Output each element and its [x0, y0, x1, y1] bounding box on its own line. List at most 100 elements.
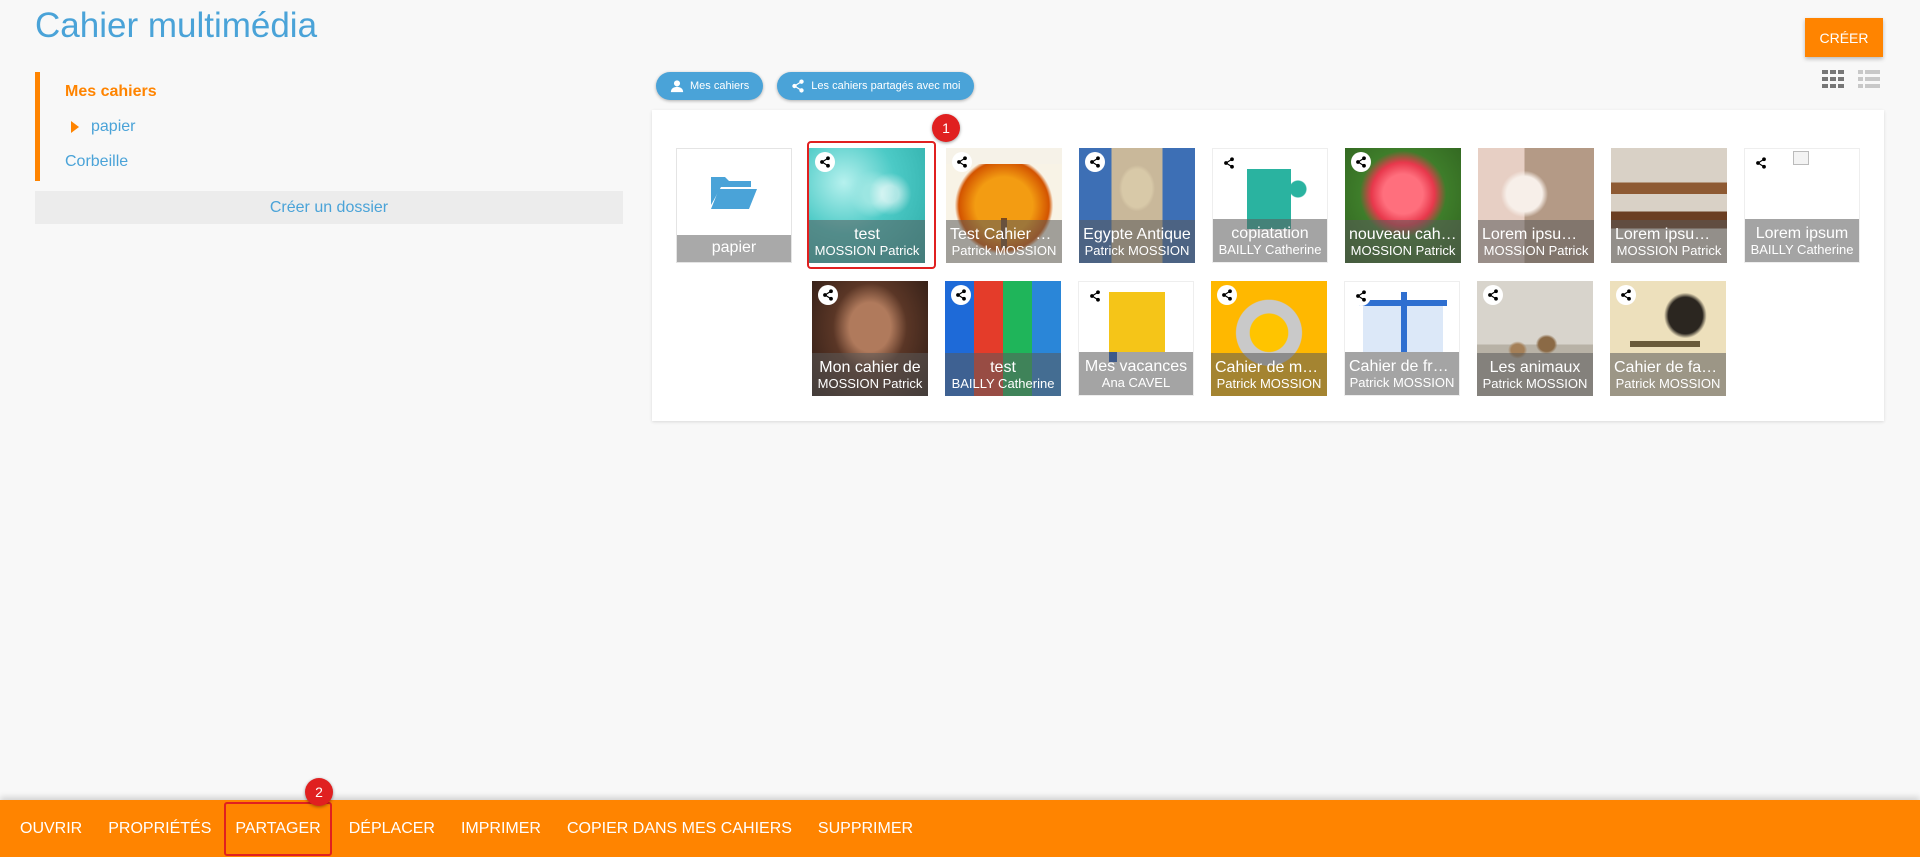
notebook-caption: Lorem ipsum dolorMOSSION Patrick: [1478, 220, 1594, 263]
notebook-title: Cahier de fables: [1614, 359, 1726, 376]
notebook-title: Mes vacances: [1084, 358, 1188, 375]
notebook-caption: nouveau cahier MOSSION Patrick: [1345, 220, 1461, 263]
broken-image-icon: [1793, 151, 1809, 165]
notebook-author: MOSSION Patrick: [1483, 243, 1589, 258]
folder-tree: Mes cahiers papier Corbeille: [35, 72, 623, 181]
share-icon[interactable]: [818, 285, 838, 305]
share-icon[interactable]: [1751, 153, 1771, 173]
filter-row: Mes cahiers Les cahiers partagés avec mo…: [656, 72, 975, 100]
notebook-author: Patrick MOSSION: [1615, 376, 1721, 391]
sidebar-item-label: papier: [91, 117, 136, 135]
notebook-caption: Lorem ipsum BAILLY Catherine: [1745, 219, 1859, 262]
notebook-title: test: [990, 359, 1016, 376]
notebook-title: Lorem ipsum: [1755, 225, 1849, 242]
notebook-author: Patrick MOSSION: [951, 243, 1057, 258]
notebook-grid: papier test MOSSION Patrick Test Cahier m…: [652, 110, 1884, 421]
notebook-caption: Cahier de fables Patrick MOSSION: [1610, 353, 1726, 396]
notebook-tile[interactable]: Cahier de françaisPatrick MOSSION: [1344, 281, 1460, 396]
notebook-tile[interactable]: Lorem ipsum dolorMOSSION Patrick: [1611, 148, 1727, 263]
print-button[interactable]: IMPRIMER: [448, 800, 554, 857]
notebook-tile[interactable]: Lorem ipsum BAILLY Catherine: [1744, 148, 1860, 263]
notebook-caption: Cahier de françaisPatrick MOSSION: [1345, 352, 1459, 395]
notebook-caption: Egypte Antique Patrick MOSSION: [1079, 220, 1195, 263]
folder-caption: papier: [677, 235, 791, 262]
share-icon[interactable]: [1351, 152, 1371, 172]
share-button[interactable]: PARTAGER: [224, 801, 332, 856]
share-icon[interactable]: [815, 152, 835, 172]
page-title: Cahier multimédia: [35, 6, 318, 45]
action-bar: OUVRIR PROPRIÉTÉS PARTAGER DÉPLACER IMPR…: [0, 800, 1920, 857]
sidebar: Mes cahiers papier Corbeille Créer un do…: [35, 72, 623, 224]
notebook-title: nouveau cahier: [1349, 226, 1459, 243]
notebook-title: Cahier de maths: [1215, 359, 1327, 376]
delete-button[interactable]: SUPPRIMER: [805, 800, 926, 857]
share-icon[interactable]: [1085, 286, 1105, 306]
filter-shared-label: Les cahiers partagés avec moi: [811, 80, 961, 92]
open-button[interactable]: OUVRIR: [7, 800, 95, 857]
notebook-caption: Test Cahier multimédiaPatrick MOSSION: [946, 220, 1062, 263]
share-icon[interactable]: [1085, 152, 1105, 172]
notebook-author: Patrick MOSSION: [1482, 376, 1588, 391]
grid-view-icon[interactable]: [1822, 70, 1844, 88]
sidebar-item-mes-cahiers[interactable]: Mes cahiers: [40, 74, 623, 109]
notebook-tile[interactable]: Lorem ipsum dolorMOSSION Patrick: [1478, 148, 1594, 263]
notebook-caption: Les animaux Patrick MOSSION: [1477, 353, 1593, 396]
folder-open-icon: [711, 177, 757, 209]
notebook-title: Les animaux: [1489, 359, 1581, 376]
user-icon: [670, 80, 684, 93]
notebook-tile[interactable]: Mes vacances Ana CAVEL: [1078, 281, 1194, 396]
sidebar-item-papier[interactable]: papier: [40, 109, 623, 144]
notebook-tile[interactable]: Egypte Antique Patrick MOSSION: [1079, 148, 1195, 263]
notebook-tile[interactable]: Cahier de maths Patrick MOSSION: [1211, 281, 1327, 396]
notebook-caption: Mes vacances Ana CAVEL: [1079, 352, 1193, 395]
notebook-author: Ana CAVEL: [1101, 375, 1171, 390]
share-icon[interactable]: [1616, 285, 1636, 305]
notebook-tile[interactable]: Cahier de fables Patrick MOSSION: [1610, 281, 1726, 396]
share-icon[interactable]: [951, 285, 971, 305]
move-button[interactable]: DÉPLACER: [336, 800, 448, 857]
properties-button[interactable]: PROPRIÉTÉS: [95, 800, 224, 857]
notebook-author: MOSSION Patrick: [817, 376, 923, 391]
notebook-caption: test BAILLY Catherine: [945, 353, 1061, 396]
notebook-caption: Cahier de maths Patrick MOSSION: [1211, 353, 1327, 396]
share-icon: [792, 79, 804, 93]
notebook-author: Patrick MOSSION: [1349, 375, 1455, 390]
notebook-title: Lorem ipsum dolor: [1482, 226, 1594, 243]
notebook-title: Lorem ipsum dolor: [1615, 226, 1727, 243]
caret-right-icon[interactable]: [71, 120, 79, 133]
sidebar-item-corbeille[interactable]: Corbeille: [40, 144, 623, 179]
filter-shared-button[interactable]: Les cahiers partagés avec moi: [777, 72, 975, 100]
share-icon[interactable]: [1219, 153, 1239, 173]
notebook-title: Cahier de français: [1349, 358, 1459, 375]
create-button[interactable]: CRÉER: [1805, 18, 1883, 57]
notebook-title: copiatation: [1231, 225, 1309, 242]
notebook-caption: Lorem ipsum dolorMOSSION Patrick: [1611, 220, 1727, 263]
notebook-author: MOSSION Patrick: [1350, 243, 1456, 258]
notebook-author: MOSSION Patrick: [1616, 243, 1722, 258]
share-icon[interactable]: [1483, 285, 1503, 305]
list-view-icon[interactable]: [1858, 70, 1880, 88]
notebook-caption: copiatation BAILLY Catherine: [1213, 219, 1327, 262]
notebook-title: Mon cahier de: [819, 359, 921, 376]
notebook-tile[interactable]: Mon cahier de MOSSION Patrick: [812, 281, 928, 396]
filter-mine-label: Mes cahiers: [690, 80, 750, 92]
step-badge-2: 2: [305, 778, 333, 806]
notebook-tile[interactable]: Les animaux Patrick MOSSION: [1477, 281, 1593, 396]
notebook-caption: Mon cahier de MOSSION Patrick: [812, 353, 928, 396]
notebook-title: Test Cahier multimédia: [950, 226, 1062, 243]
notebook-author: BAILLY Catherine: [951, 376, 1055, 391]
share-icon[interactable]: [952, 152, 972, 172]
create-folder-button[interactable]: Créer un dossier: [35, 191, 623, 224]
copy-to-my-notebooks-button[interactable]: COPIER DANS MES CAHIERS: [554, 800, 805, 857]
notebook-tile[interactable]: nouveau cahier MOSSION Patrick: [1345, 148, 1461, 263]
notebook-author: BAILLY Catherine: [1750, 242, 1854, 257]
share-icon[interactable]: [1217, 285, 1237, 305]
notebook-tile[interactable]: copiatation BAILLY Catherine: [1212, 148, 1328, 263]
share-icon[interactable]: [1351, 286, 1371, 306]
notebook-tile[interactable]: test BAILLY Catherine: [945, 281, 1061, 396]
filter-mine-button[interactable]: Mes cahiers: [656, 72, 764, 100]
step-badge-1: 1: [932, 114, 960, 142]
folder-tile-papier[interactable]: papier: [676, 148, 792, 263]
notebook-title: Egypte Antique: [1083, 226, 1191, 243]
notebook-tile[interactable]: Test Cahier multimédiaPatrick MOSSION: [946, 148, 1062, 263]
